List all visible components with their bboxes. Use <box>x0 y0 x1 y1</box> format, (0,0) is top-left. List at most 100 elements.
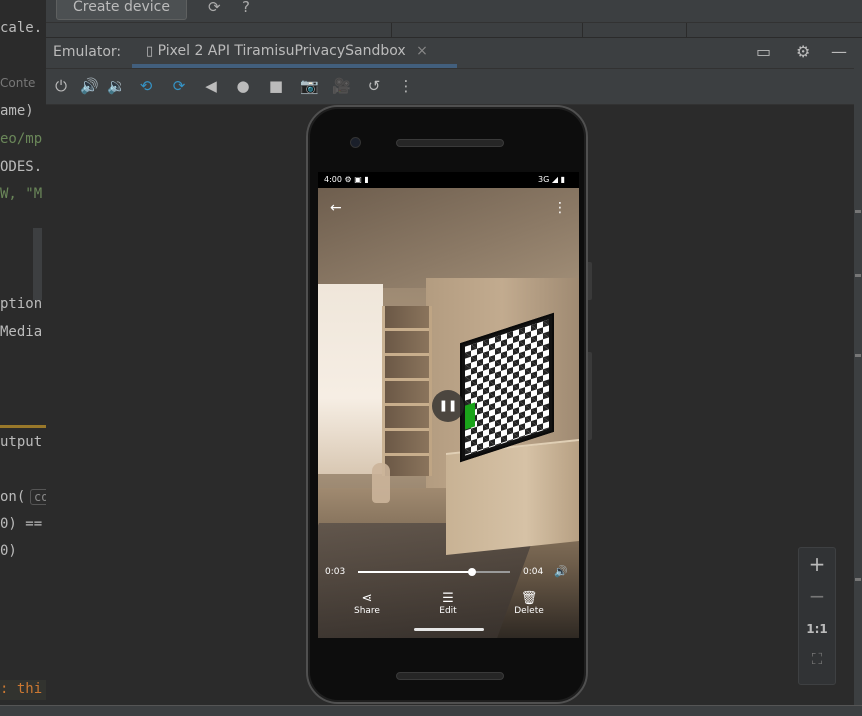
seek-bar-thumb[interactable] <box>468 568 476 576</box>
screen-record-icon[interactable]: 🎥 <box>332 77 351 95</box>
right-scrollbar[interactable] <box>854 38 862 708</box>
code-line: Media <box>0 324 43 340</box>
trash-icon: 🗑 <box>520 591 538 606</box>
code-line: : thi <box>0 681 43 697</box>
share-icon: ⋖ <box>361 591 373 606</box>
total-time: 0:04 <box>523 567 544 577</box>
column-divider <box>391 23 392 37</box>
actual-size-button[interactable]: 1:1 <box>799 622 835 636</box>
phone-icon: ▯ <box>146 44 154 59</box>
zoom-in-button[interactable]: + <box>799 552 835 576</box>
delete-button[interactable]: 🗑 Delete <box>504 591 554 616</box>
top-speaker <box>396 139 504 147</box>
tune-icon: ☰ <box>442 591 454 606</box>
emulator-label: Emulator: <box>53 44 122 60</box>
tv-green-block <box>465 402 475 430</box>
scroll-marker <box>855 274 861 277</box>
fit-screen-icon[interactable]: ⛶ <box>799 650 835 668</box>
status-bar <box>0 705 862 716</box>
code-line: 0) == <box>0 516 43 532</box>
overview-icon[interactable]: ■ <box>267 77 285 95</box>
code-line: ODES. <box>0 159 43 175</box>
pause-button[interactable]: ❚❚ <box>432 390 464 422</box>
android-status-bar: 4:00 ⚙ ▣ ▮ 3G ◢ ▮ <box>318 172 579 188</box>
share-button[interactable]: ⋖ Share <box>342 591 392 616</box>
status-time: 4:00 <box>324 175 342 184</box>
volume-icon[interactable]: 🔊 <box>554 565 568 578</box>
sync-icon[interactable]: ⟳ <box>208 0 221 16</box>
editor-highlight-line <box>0 425 46 428</box>
edit-label: Edit <box>439 606 457 616</box>
video-frame-shelf <box>382 306 432 476</box>
code-line: cale. <box>0 20 43 36</box>
rotate-left-icon[interactable]: ⟲ <box>137 77 155 95</box>
code-line: 0) <box>0 543 17 559</box>
zoom-out-button[interactable]: − <box>799 584 835 608</box>
tab-title: Pixel 2 API TiramisuPrivacySandbox <box>157 43 406 59</box>
back-icon[interactable]: ◀ <box>202 77 220 95</box>
notification-icon: ▣ <box>354 175 362 184</box>
code-line: eo/mp <box>0 131 43 147</box>
network-type: 3G <box>538 175 550 184</box>
column-divider <box>686 23 687 37</box>
camera-icon[interactable]: 📷 <box>300 77 319 95</box>
scroll-marker <box>855 210 861 213</box>
back-arrow-icon[interactable]: ← <box>330 200 342 216</box>
device-manager-toolbar: Create device ⟳ ? <box>46 0 862 23</box>
code-param-hint: co <box>30 489 46 505</box>
seek-bar[interactable] <box>358 568 510 576</box>
home-icon[interactable]: ● <box>234 77 252 95</box>
code-line: ame) <box>0 103 34 119</box>
video-frame-ceiling <box>318 188 579 288</box>
delete-label: Delete <box>514 606 544 616</box>
snapshot-icon[interactable]: ↺ <box>365 77 383 95</box>
video-frame-cat <box>372 463 390 503</box>
active-tab-indicator <box>132 64 457 68</box>
help-icon[interactable]: ? <box>242 0 250 16</box>
settings-icon: ⚙ <box>344 175 352 184</box>
power-icon[interactable]: ⏻ <box>52 77 70 95</box>
phone-power-button[interactable] <box>588 262 592 300</box>
rotate-right-icon[interactable]: ⟳ <box>170 77 188 95</box>
gear-icon[interactable]: ⚙ <box>796 42 810 61</box>
code-line: on( <box>0 489 26 505</box>
device-table-header <box>46 23 862 38</box>
volume-down-icon[interactable]: 🔉 <box>107 77 126 95</box>
more-vert-icon[interactable]: ⋮ <box>553 200 567 216</box>
code-hint: Conte <box>0 76 36 90</box>
column-divider <box>582 23 583 37</box>
scroll-marker <box>855 578 861 581</box>
more-options-icon[interactable]: ⋮ <box>397 77 415 95</box>
window-mode-icon[interactable]: ▭ <box>756 42 771 61</box>
volume-up-icon[interactable]: 🔊 <box>80 77 99 95</box>
edit-button[interactable]: ☰ Edit <box>423 591 473 616</box>
close-icon[interactable]: × <box>416 43 428 59</box>
emulator-controls: ⏻ 🔊 🔉 ⟲ ⟳ ◀ ● ■ 📷 🎥 ↺ ⋮ <box>46 69 862 105</box>
seek-bar-progress <box>358 571 472 573</box>
create-device-button[interactable]: Create device <box>56 0 187 20</box>
share-label: Share <box>354 606 380 616</box>
emulator-tool-window-header: Emulator: ▯ Pixel 2 API TiramisuPrivacyS… <box>46 38 862 69</box>
code-line: utput <box>0 434 43 450</box>
gesture-nav-bar[interactable] <box>414 628 484 631</box>
zoom-panel: + − 1:1 ⛶ <box>798 547 836 685</box>
video-player[interactable]: ← ⋮ ❚❚ 0:03 0:04 🔊 ⋖ Share ☰ Edit 🗑 Dele… <box>318 188 579 638</box>
tv-checkerboard <box>465 319 549 456</box>
signal-icon: ◢ <box>551 175 559 184</box>
scroll-marker <box>855 354 861 357</box>
battery-icon: ▮ <box>560 175 565 184</box>
device-screen[interactable]: 4:00 ⚙ ▣ ▮ 3G ◢ ▮ ← ⋮ ❚❚ 0:03 0:04 🔊 ⋖ S… <box>318 172 579 638</box>
code-line: ption <box>0 296 43 312</box>
code-editor[interactable]: cale. Conte ame) eo/mp ODES. W, "M ption… <box>0 0 46 715</box>
editor-scroll-thumb[interactable] <box>33 228 42 300</box>
download-icon: ▮ <box>364 175 369 184</box>
pause-icon: ❚❚ <box>438 399 458 412</box>
code-line: W, "M <box>0 186 43 202</box>
tab-emulator-device[interactable]: ▯ Pixel 2 API TiramisuPrivacySandbox × <box>146 43 428 59</box>
current-time: 0:03 <box>325 567 346 577</box>
phone-volume-rocker[interactable] <box>588 352 592 440</box>
video-frame-window <box>318 284 383 474</box>
bottom-speaker <box>396 672 504 680</box>
minimize-icon[interactable]: — <box>831 42 847 61</box>
front-camera <box>350 137 361 148</box>
